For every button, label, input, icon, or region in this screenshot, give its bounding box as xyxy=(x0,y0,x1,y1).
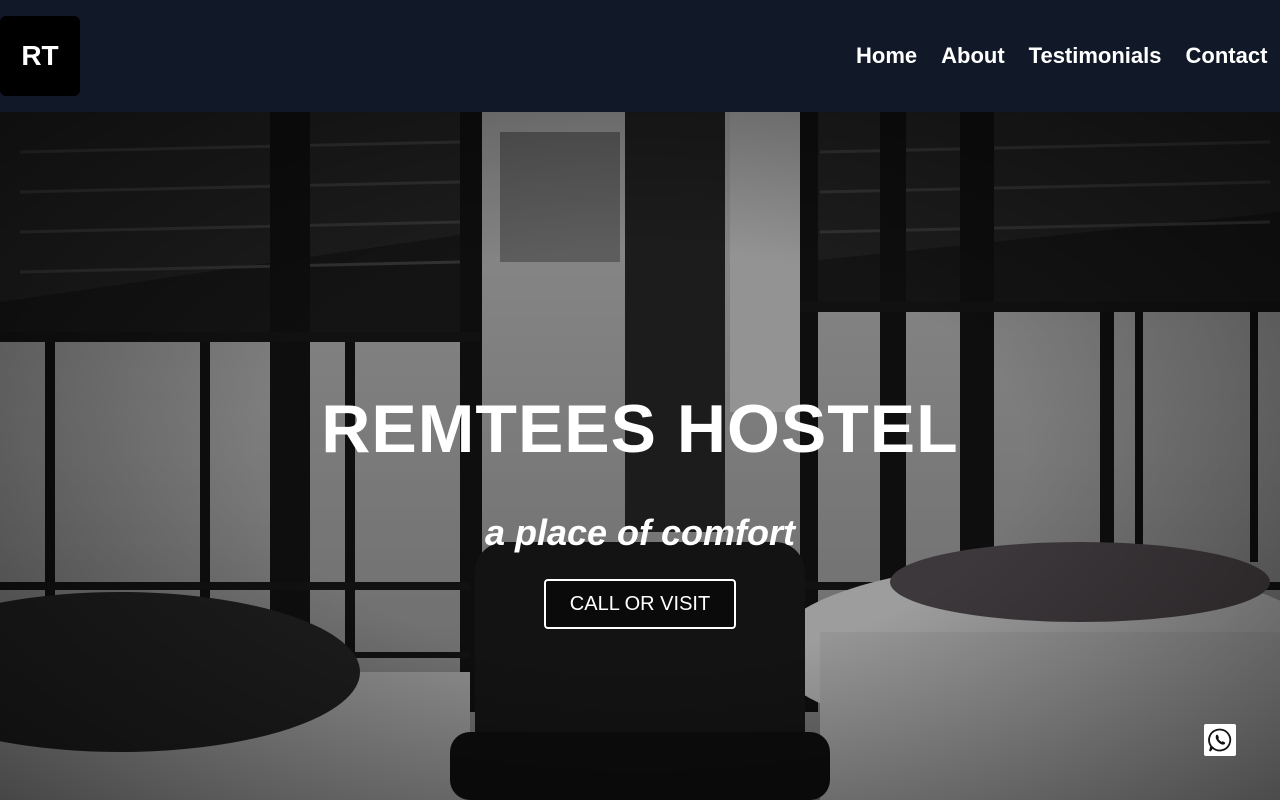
nav-contact-link[interactable]: Contact xyxy=(1186,43,1268,69)
nav-home-link[interactable]: Home xyxy=(856,43,917,69)
nav-about-link[interactable]: About xyxy=(941,43,1005,69)
call-or-visit-button[interactable]: CALL OR VISIT xyxy=(544,579,736,629)
hero-tagline: a place of comfort xyxy=(484,512,796,553)
hero-title: REMTEES HOSTEL xyxy=(321,391,959,467)
whatsapp-icon xyxy=(1208,728,1232,752)
main-nav: Home About Testimonials Contact xyxy=(856,40,1280,72)
site-header: RT Home About Testimonials Contact xyxy=(0,0,1280,112)
nav-testimonials-link[interactable]: Testimonials xyxy=(1029,43,1162,69)
whatsapp-button[interactable] xyxy=(1204,724,1236,756)
logo[interactable]: RT xyxy=(0,16,80,96)
hero-section: REMTEES HOSTEL a place of comfort CALL O… xyxy=(0,112,1280,800)
